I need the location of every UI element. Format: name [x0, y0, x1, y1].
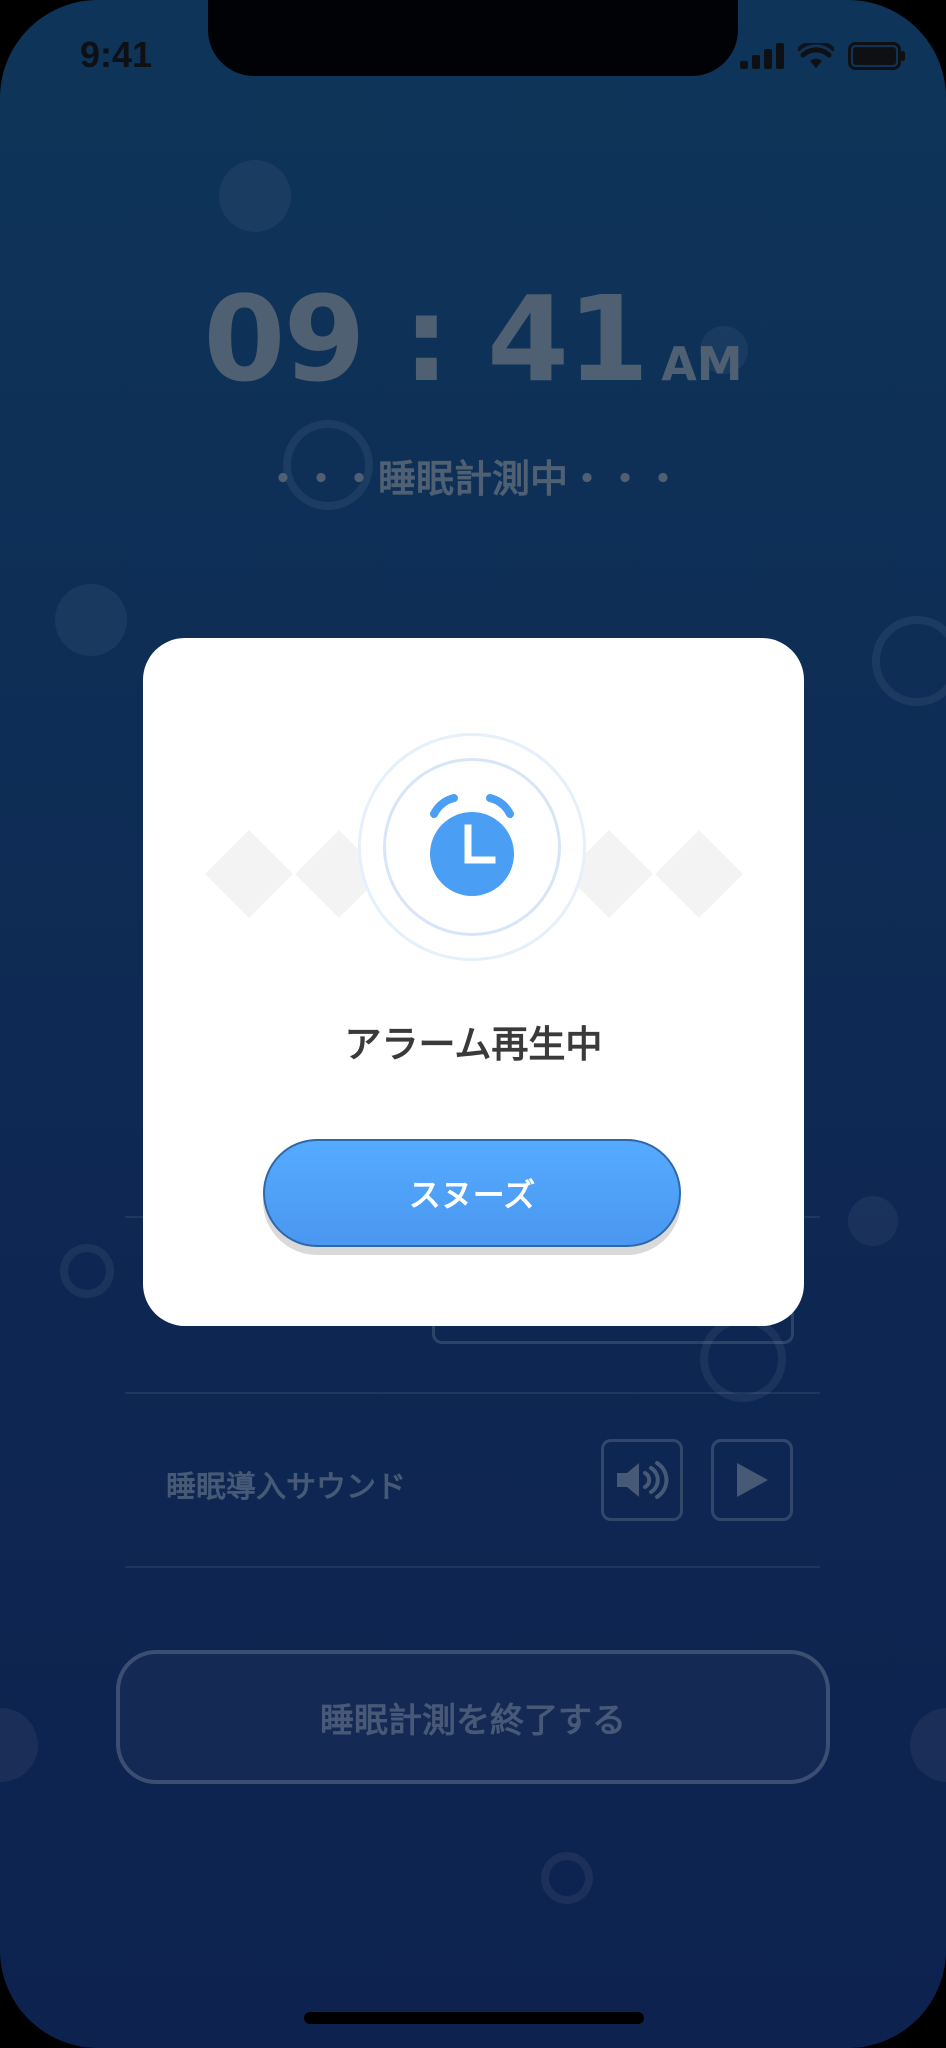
- decorative-diamond: [655, 830, 743, 918]
- home-indicator[interactable]: [304, 2012, 644, 2024]
- decorative-diamond: [205, 830, 293, 918]
- alarm-playing-title: アラーム再生中: [344, 1023, 603, 1066]
- alarm-clock-icon: [430, 794, 514, 896]
- snooze-button[interactable]: スヌーズ: [263, 1139, 681, 1247]
- alarm-dialog: アラーム再生中 スヌーズ: [143, 638, 804, 1326]
- phone-screen: 9:41 09 : 41 AM ・・・睡眠計測中・・・ 睡眠導入サウンド 睡眠計…: [0, 0, 946, 2048]
